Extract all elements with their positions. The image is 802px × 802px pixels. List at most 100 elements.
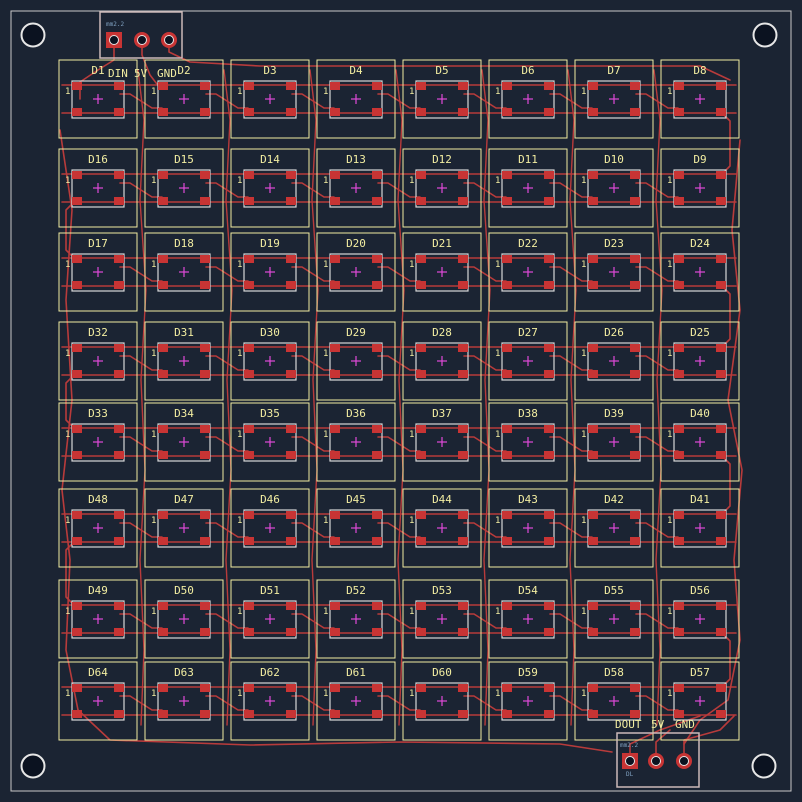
pin1-marker: 1 [581,607,586,617]
output-connector[interactable]: mm2.2 DL DOUT 5V GND [615,718,700,788]
pad-hole [651,756,661,766]
led-footprint[interactable]: 1 D31 [144,321,224,401]
led-footprint[interactable]: 1 D12 [402,148,482,228]
solder-pad [244,602,254,610]
pin1-marker: 1 [237,87,242,97]
pin1-marker: 1 [495,87,500,97]
solder-pad [72,602,82,610]
mounting-hole [751,753,777,779]
led-footprint[interactable]: 1 D55 [574,579,654,659]
led-footprint[interactable]: 1 D39 [574,402,654,482]
led-footprint[interactable]: 1 D41 [660,488,740,568]
led-footprint[interactable]: 1 D16 [58,148,138,228]
led-footprint[interactable]: 1 D52 [316,579,396,659]
led-footprint[interactable]: 1 D36 [316,402,396,482]
led-footprint[interactable]: 1 D38 [488,402,568,482]
led-footprint[interactable]: 1 D13 [316,148,396,228]
solder-pad [158,344,168,352]
solder-pad [72,82,82,90]
led-footprint[interactable]: 1 D42 [574,488,654,568]
input-connector[interactable]: mm2.2 DIN 5V GND [99,11,183,80]
solder-pad [286,602,296,610]
solder-pad [588,628,598,636]
solder-pad [244,255,254,263]
led-reference-label: D1 [91,64,104,77]
pin1-marker: 1 [65,516,70,526]
copper-trace [59,129,613,753]
led-footprint[interactable]: 1 D3 [230,59,310,139]
led-footprint[interactable]: 1 D61 [316,661,396,741]
led-footprint[interactable]: 1 D37 [402,402,482,482]
led-footprint[interactable]: 1 D34 [144,402,224,482]
pin1-marker: 1 [495,260,500,270]
solder-pad [158,108,168,116]
led-footprint[interactable]: 1 D49 [58,579,138,659]
led-footprint[interactable]: 1 D19 [230,232,310,312]
led-footprint[interactable]: 1 D10 [574,148,654,228]
led-footprint[interactable]: 1 D28 [402,321,482,401]
solder-pad [330,511,340,519]
led-reference-label: D63 [174,666,194,679]
solder-pad [630,511,640,519]
led-footprint[interactable]: 1 D25 [660,321,740,401]
led-footprint[interactable]: 1 D18 [144,232,224,312]
pin1-marker: 1 [667,176,672,186]
led-footprint[interactable]: 1 D14 [230,148,310,228]
solder-pad [158,451,168,459]
led-footprint[interactable]: 1 D62 [230,661,310,741]
solder-pad [330,197,340,205]
solder-pad [200,425,210,433]
led-footprint[interactable]: 1 D44 [402,488,482,568]
solder-pad [200,710,210,718]
led-footprint[interactable]: 1 D56 [660,579,740,659]
led-footprint[interactable]: 1 D29 [316,321,396,401]
led-footprint[interactable]: 1 D5 [402,59,482,139]
led-footprint[interactable]: 1 D9 [660,148,740,228]
connector-pitch-label: mm2.2 [106,21,124,28]
led-footprint[interactable]: 1 D54 [488,579,568,659]
solder-pad [458,684,468,692]
pin1-marker: 1 [581,516,586,526]
solder-pad [244,344,254,352]
led-footprint[interactable]: 1 D27 [488,321,568,401]
led-footprint[interactable]: 1 D20 [316,232,396,312]
led-footprint[interactable]: 1 D26 [574,321,654,401]
pin1-marker: 1 [65,430,70,440]
pad-hole [164,35,174,45]
led-footprint[interactable]: 1 D21 [402,232,482,312]
led-footprint[interactable]: 1 D53 [402,579,482,659]
led-footprint[interactable]: 1 D8 [660,59,740,139]
led-footprint[interactable]: 1 D59 [488,661,568,741]
led-footprint[interactable]: 1 D35 [230,402,310,482]
led-footprint[interactable]: 1 D47 [144,488,224,568]
pin1-marker: 1 [581,260,586,270]
led-footprint[interactable]: 1 D24 [660,232,740,312]
led-footprint[interactable]: 1 D60 [402,661,482,741]
led-footprint[interactable]: 1 D22 [488,232,568,312]
led-footprint[interactable]: 1 D50 [144,579,224,659]
led-footprint[interactable]: 1 D6 [488,59,568,139]
led-footprint[interactable]: 1 D45 [316,488,396,568]
solder-pad [286,255,296,263]
pcb-canvas[interactable]: 1D11D21D31D41D51D61D71D81D161D151D141D13… [0,0,802,802]
led-footprint[interactable]: 1 D48 [58,488,138,568]
solder-pad [630,255,640,263]
led-footprint[interactable]: 1 D11 [488,148,568,228]
led-footprint[interactable]: 1 D15 [144,148,224,228]
led-footprint[interactable]: 1 D7 [574,59,654,139]
led-footprint[interactable]: 1 D30 [230,321,310,401]
solder-pad [588,425,598,433]
led-footprint[interactable]: 1 D46 [230,488,310,568]
led-footprint[interactable]: 1 D40 [660,402,740,482]
led-footprint[interactable]: 1 D17 [58,232,138,312]
led-footprint[interactable]: 1 D23 [574,232,654,312]
solder-pad [458,281,468,289]
led-footprint[interactable]: 1 D51 [230,579,310,659]
pin1-marker: 1 [151,430,156,440]
solder-pad [114,344,124,352]
led-footprint[interactable]: 1 D63 [144,661,224,741]
led-footprint[interactable]: 1 D4 [316,59,396,139]
led-reference-label: D38 [518,407,538,420]
led-footprint[interactable]: 1 D43 [488,488,568,568]
led-reference-label: D52 [346,584,366,597]
